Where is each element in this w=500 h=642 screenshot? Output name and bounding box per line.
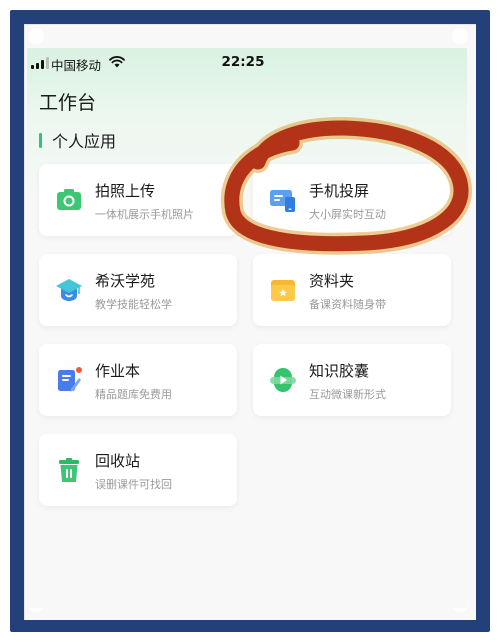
section-accent-bar xyxy=(39,132,42,148)
app-title: 知识胶囊 xyxy=(309,362,370,380)
clock: 22:25 xyxy=(221,54,265,70)
app-title: 回收站 xyxy=(95,452,141,470)
app-subtitle: 误删课件可找回 xyxy=(95,478,172,491)
app-card-photo-upload[interactable]: 拍照上传 一体机展示手机照片 xyxy=(39,164,237,236)
app-subtitle: 一体机展示手机照片 xyxy=(95,208,194,221)
app-title: 拍照上传 xyxy=(95,182,156,200)
folder-icon xyxy=(271,280,295,301)
graduation-cap-icon xyxy=(56,279,82,301)
phone-screen: 中国移动 22:25 工作台 个人应用 拍照上传 一体机展示手机照片 手机投屏 … xyxy=(27,48,467,608)
screen-cast-icon xyxy=(270,190,295,212)
paper-hole xyxy=(452,28,468,44)
app-subtitle: 教学技能轻松学 xyxy=(95,298,172,311)
camera-icon xyxy=(57,189,81,210)
section-title: 个人应用 xyxy=(52,132,117,151)
section-header: 个人应用 xyxy=(39,128,116,152)
app-card-homework[interactable]: 作业本 精品题库免费用 xyxy=(39,344,237,416)
app-title: 手机投屏 xyxy=(309,182,370,200)
status-bar: 中国移动 22:25 xyxy=(27,48,467,78)
app-subtitle: 精品题库免费用 xyxy=(95,388,172,401)
app-card-screen-cast[interactable]: 手机投屏 大小屏实时互动 xyxy=(253,164,451,236)
app-card-folder[interactable]: 资料夹 备课资料随身带 xyxy=(253,254,451,326)
app-subtitle: 互动微课新形式 xyxy=(309,388,386,401)
app-card-academy[interactable]: 希沃学苑 教学技能轻松学 xyxy=(39,254,237,326)
paper-hole xyxy=(28,28,44,44)
app-title: 希沃学苑 xyxy=(95,272,156,290)
app-card-recycle-bin[interactable]: 回收站 误删课件可找回 xyxy=(39,434,237,506)
page-title: 工作台 xyxy=(39,92,97,114)
app-subtitle: 备课资料随身带 xyxy=(309,298,386,311)
app-card-knowledge-capsule[interactable]: 知识胶囊 互动微课新形式 xyxy=(253,344,451,416)
app-subtitle: 大小屏实时互动 xyxy=(309,208,386,221)
recycle-bin-icon xyxy=(59,458,79,482)
notebook-icon xyxy=(58,367,82,392)
app-title: 作业本 xyxy=(95,362,141,380)
capsule-play-icon xyxy=(270,368,296,392)
app-title: 资料夹 xyxy=(309,272,355,290)
